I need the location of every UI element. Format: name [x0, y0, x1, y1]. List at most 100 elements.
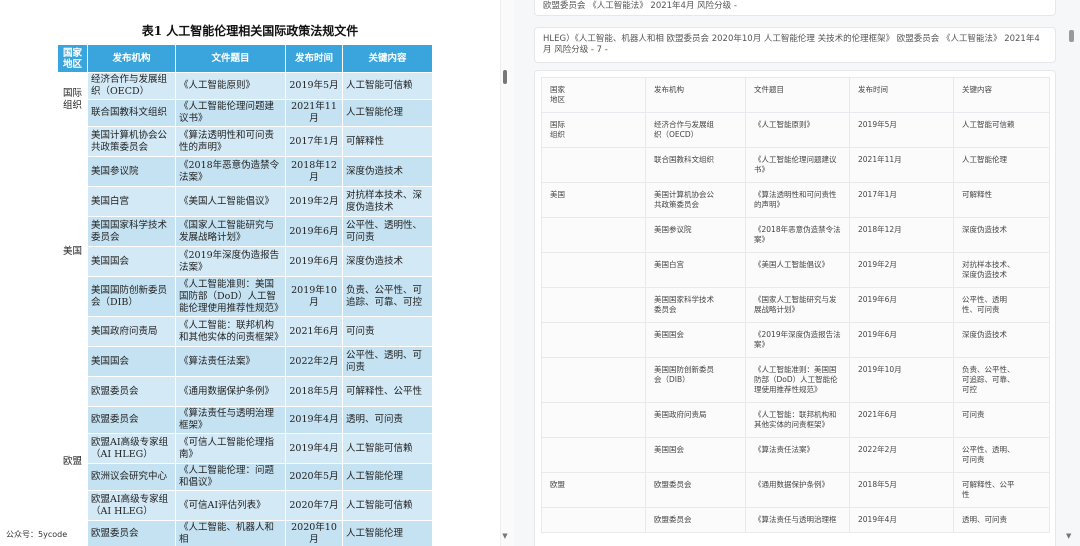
parsed-table-row: 美国政府问责局 《人工智能：联邦机构和 其他实体的问责框架》 2021年6月 可问责: [541, 402, 1050, 438]
parsed-org-cell: 美国国会: [645, 437, 746, 473]
key-cell: 可问责: [342, 316, 433, 347]
doc-cell: 《算法责任与透明治理框架》: [175, 406, 286, 434]
table-row: 欧洲议会研究中心 《人工智能伦理：问题和倡议》 2020年5月 人工智能伦理: [58, 463, 433, 491]
key-cell: 人工智能伦理: [342, 463, 433, 491]
org-cell: 美国国防创新委员会（DIB）: [87, 276, 176, 317]
parsed-org-cell: 美国白宫: [645, 252, 746, 288]
text-block-previous: 欧盟委员会 《人工智能法》 2021年4月 风险分级 -: [534, 0, 1056, 16]
parsed-doc-cell: 《2019年深度伪造报告法 案》: [745, 322, 850, 358]
header-doc: 文件题目: [175, 44, 286, 73]
region-cell: 欧盟: [57, 376, 88, 546]
org-cell: 经济合作与发展组织（OECD）: [87, 72, 176, 100]
key-cell: 可解释性、公平性: [342, 376, 433, 407]
org-cell: 欧洲议会研究中心: [87, 463, 176, 491]
left-scrollbar-thumb[interactable]: [503, 70, 507, 84]
org-cell: 美国参议院: [87, 156, 176, 187]
doc-cell: 《人工智能、机器人和相: [175, 520, 286, 546]
parsed-org-cell: 美国计算机协会公 共政策委员会: [645, 182, 746, 218]
table-row: 联合国教科文组织 《人工智能伦理问题建议书》 2021年11月 人工智能伦理: [58, 99, 433, 127]
parsed-org-cell: 美国国会: [645, 322, 746, 358]
parsed-doc-cell: 《算法责任法案》: [745, 437, 850, 473]
parsed-region-cell: [541, 357, 646, 403]
parsed-date-cell: 2019年6月: [849, 322, 954, 358]
parsed-key-cell: 透明、可问责: [953, 507, 1050, 533]
key-cell: 深度伪造技术: [342, 156, 433, 187]
parsed-doc-cell: 《国家人工智能研究与发 展战略计划》: [745, 287, 850, 323]
key-cell: 深度伪造技术: [342, 246, 433, 277]
parsed-doc-cell: 《人工智能原则》: [745, 112, 850, 148]
date-cell: 2019年10月: [285, 276, 343, 317]
parsed-doc-cell: 《算法责任与透明治理框: [745, 507, 850, 533]
key-cell: 人工智能可信赖: [342, 433, 433, 464]
parsed-org-cell: 美国国家科学技术 委员会: [645, 287, 746, 323]
org-cell: 美国计算机协会公共政策委员会: [87, 126, 176, 157]
parsed-header-key: 关键内容: [953, 77, 1050, 113]
parsed-date-cell: 2019年6月: [849, 287, 954, 323]
parsed-key-cell: 可解释性: [953, 182, 1050, 218]
parsed-date-cell: 2019年2月: [849, 252, 954, 288]
table-row: 美国政府问责局 《人工智能：联邦机构和其他实体的问责框架》 2021年6月 可问责: [58, 316, 433, 347]
org-cell: 欧盟委员会: [87, 406, 176, 434]
parsed-doc-cell: 《美国人工智能倡议》: [745, 252, 850, 288]
table-row: 欧盟AI高级专家组（AI HLEG） 《可信人工智能伦理指南》 2019年4月 人工智…: [58, 433, 433, 464]
doc-cell: 《可信人工智能伦理指南》: [175, 433, 286, 464]
parsed-region-cell: [541, 217, 646, 253]
table-row: 美国国家科学技术委员会 《国家人工智能研究与发展战略计划》 2019年6月 公平性、透…: [58, 216, 433, 247]
doc-cell: 《可信AI评估列表》: [175, 490, 286, 521]
parsed-key-cell: 人工智能伦理: [953, 147, 1050, 183]
policy-table: 国家 地区 发布机构 文件题目 发布时间 关键内容 国际 组织 经济合作与发展组织…: [57, 44, 433, 546]
doc-cell: 《人工智能准则：美国国防部（DoD）人工智能伦理使用推荐性规范》: [175, 276, 286, 317]
table-row: 美国国防创新委员会（DIB） 《人工智能准则：美国国防部（DoD）人工智能伦理使用…: [58, 276, 433, 317]
scroll-down-arrow-icon[interactable]: ▼: [1066, 532, 1071, 540]
table-row: 美国 美国计算机协会公共政策委员会 《算法透明性和可问责性的声明》 2017年1月 可解…: [57, 126, 433, 377]
doc-cell: 《算法透明性和可问责性的声明》: [175, 126, 286, 157]
key-cell: 人工智能伦理: [342, 520, 433, 546]
parsed-doc-cell: 《人工智能准则：美国国 防部（DoD）人工智能伦 理使用推荐性规范》: [745, 357, 850, 403]
org-cell: 联合国教科文组织: [87, 99, 176, 127]
table-row: 国际 组织 经济合作与发展组织（OECD） 《人工智能原则》 2019年5月 人工智能可…: [57, 72, 433, 127]
parsed-org-cell: 美国国防创新委员 会（DIB）: [645, 357, 746, 403]
doc-cell: 《国家人工智能研究与发展战略计划》: [175, 216, 286, 247]
parsed-table-row: 联合国教科文组织 《人工智能伦理问题建议 书》 2021年11月 人工智能伦理: [541, 147, 1050, 183]
date-cell: 2021年6月: [285, 316, 343, 347]
parsed-doc-cell: 《人工智能伦理问题建议 书》: [745, 147, 850, 183]
org-cell: 美国政府问责局: [87, 316, 176, 347]
org-cell: 欧盟委员会: [87, 520, 176, 546]
parsed-region-cell: [541, 507, 646, 533]
document-image-pane: 表1 人工智能伦理相关国际政策法规文件 国家 地区 发布机构 文件题目 发布时间…: [0, 0, 500, 546]
date-cell: 2019年2月: [285, 186, 343, 217]
key-cell: 透明、可问责: [342, 406, 433, 434]
doc-cell: 《人工智能原则》: [175, 72, 286, 100]
parsed-table-row: 美国国会 《算法责任法案》 2022年2月 公平性、透明、 可问责: [541, 437, 1050, 473]
parsed-org-cell: 美国政府问责局: [645, 402, 746, 438]
key-cell: 公平性、透明、可问责: [342, 346, 433, 377]
table-row: 美国国会 《算法责任法案》 2022年2月 公平性、透明、可问责: [58, 346, 433, 377]
parsed-org-cell: 欧盟委员会: [645, 507, 746, 533]
header-org: 发布机构: [87, 44, 176, 73]
parsed-org-cell: 欧盟委员会: [645, 472, 746, 508]
date-cell: 2019年5月: [285, 72, 343, 100]
date-cell: 2022年2月: [285, 346, 343, 377]
parsed-date-cell: 2018年12月: [849, 217, 954, 253]
date-cell: 2019年4月: [285, 406, 343, 434]
table-row: 美国白宫 《美国人工智能倡议》 2019年2月 对抗样本技术、深度伪造技术: [58, 186, 433, 217]
parsed-org-cell: 经济合作与发展组 织（OECD）: [645, 112, 746, 148]
table-row: 美国参议院 《2018年恶意伪造禁令法案》 2018年12月 深度伪造技术: [58, 156, 433, 187]
right-scrollbar-thumb[interactable]: [1069, 30, 1074, 42]
org-cell: 欧盟AI高级专家组（AI HLEG）: [87, 490, 176, 521]
date-cell: 2018年12月: [285, 156, 343, 187]
parsed-table-row: 美国国会 《2019年深度伪造报告法 案》 2019年6月 深度伪造技术: [541, 322, 1050, 358]
parsed-doc-cell: 《算法透明性和可问责性 的声明》: [745, 182, 850, 218]
doc-cell: 《人工智能伦理：问题和倡议》: [175, 463, 286, 491]
doc-cell: 《人工智能伦理问题建议书》: [175, 99, 286, 127]
policy-table-header: 国家 地区 发布机构 文件题目 发布时间 关键内容: [57, 44, 433, 73]
parsed-date-cell: 2019年4月: [849, 507, 954, 533]
parsed-doc-cell: 《通用数据保护条例》: [745, 472, 850, 508]
parsed-date-cell: 2021年11月: [849, 147, 954, 183]
parsed-header-date: 发布时间: [849, 77, 954, 113]
parsed-table-row: 欧盟委员会 《算法责任与透明治理框 2019年4月 透明、可问责: [541, 507, 1050, 533]
parsed-region-cell: 欧盟: [541, 472, 646, 508]
parsed-region-cell: 国际 组织: [541, 112, 646, 148]
scroll-down-arrow-icon[interactable]: ▼: [500, 532, 510, 540]
parsed-doc-cell: 《人工智能：联邦机构和 其他实体的问责框架》: [745, 402, 850, 438]
